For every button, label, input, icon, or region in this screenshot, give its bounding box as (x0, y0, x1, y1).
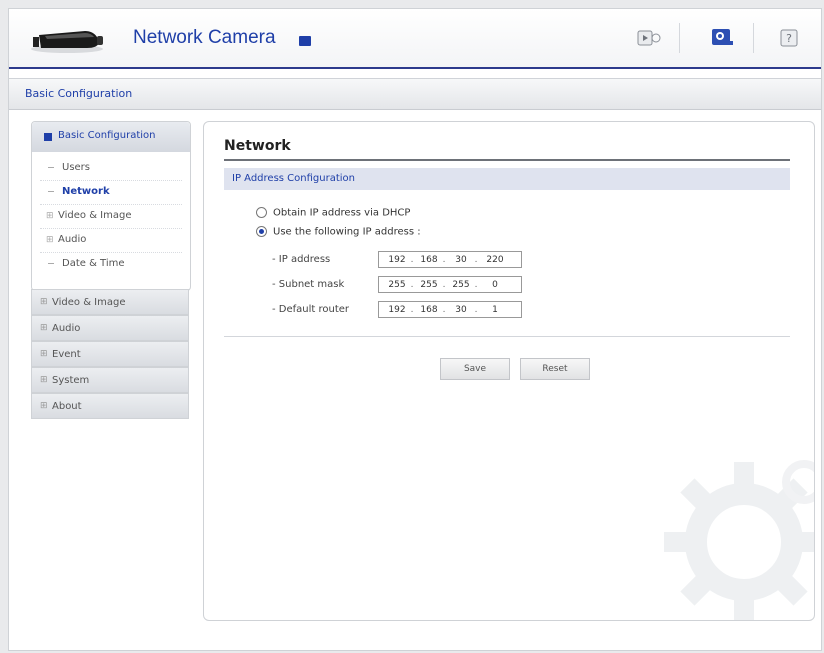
sidebar-section-video-image[interactable]: ⊞ Video & Image (31, 289, 189, 315)
sidebar-item-label: Network (62, 186, 110, 197)
sidebar-section-label: Event (52, 349, 81, 360)
octet-4[interactable]: 0 (483, 280, 507, 290)
collapse-icon (44, 133, 52, 141)
octet-separator: . (442, 280, 446, 290)
sidebar-item-date-time[interactable]: Date & Time (40, 252, 182, 276)
sidebar-section-about[interactable]: ⊞ About (31, 393, 189, 419)
octet-4[interactable]: 220 (483, 255, 507, 265)
sidebar-item-label: Audio (58, 234, 87, 245)
octet-2[interactable]: 255 (417, 280, 441, 290)
sidebar-item-label: Users (62, 162, 91, 173)
sidebar-section-system[interactable]: ⊞ System (31, 367, 189, 393)
sidebar-basic-configuration: Basic Configuration Users Network ⊞ Vide… (31, 121, 191, 291)
camera-logo-icon (31, 31, 103, 53)
tree-dash-icon (48, 263, 54, 264)
app-frame: Network Camera ? Basic Configuration Bas… (8, 8, 822, 651)
title-menu-icon[interactable] (299, 36, 311, 46)
gear-watermark-icon (664, 460, 814, 620)
sidebar-section-audio[interactable]: ⊞ Audio (31, 315, 189, 341)
radio-static-label: Use the following IP address : (273, 226, 421, 238)
section-header: IP Address Configuration (224, 168, 790, 190)
octet-separator: . (410, 255, 414, 265)
expand-plus-icon: ⊞ (40, 375, 48, 385)
radio-dhcp[interactable]: Obtain IP address via DHCP (256, 207, 410, 219)
octet-separator: . (442, 255, 446, 265)
radio-static[interactable]: Use the following IP address : (256, 226, 421, 238)
reset-button[interactable]: Reset (520, 358, 590, 380)
title-divider (224, 159, 790, 161)
sidebar-item-audio[interactable]: ⊞ Audio (40, 228, 182, 253)
octet-separator: . (410, 280, 414, 290)
octet-separator: . (474, 305, 478, 315)
octet-separator: . (442, 305, 446, 315)
octet-separator: . (474, 255, 478, 265)
sidebar-section-label: Audio (52, 323, 81, 334)
app-header: Network Camera ? (9, 9, 821, 69)
main-panel: Network IP Address Configuration Obtain … (203, 121, 815, 621)
app-title: Network Camera (133, 27, 276, 48)
subnet-mask-field[interactable]: 255 . 255 . 255 . 0 (378, 276, 522, 293)
expand-plus-icon: ⊞ (46, 211, 54, 221)
octet-3[interactable]: 30 (449, 305, 473, 315)
radio-dhcp-label: Obtain IP address via DHCP (273, 207, 411, 219)
sidebar-section-label: Basic Configuration (58, 130, 156, 141)
default-router-field[interactable]: 192 . 168 . 30 . 1 (378, 301, 522, 318)
ip-address-label: - IP address (272, 254, 331, 265)
sidebar-item-video-image[interactable]: ⊞ Video & Image (40, 204, 182, 229)
octet-1[interactable]: 192 (385, 255, 409, 265)
octet-4[interactable]: 1 (483, 305, 507, 315)
svg-text:?: ? (786, 32, 792, 45)
sidebar-item-label: Date & Time (62, 258, 125, 269)
expand-plus-icon: ⊞ (46, 235, 54, 245)
octet-2[interactable]: 168 (417, 305, 441, 315)
tree-dash-icon (48, 191, 54, 192)
radio-button[interactable] (256, 207, 267, 218)
form-divider (224, 336, 790, 337)
octet-3[interactable]: 255 (449, 280, 473, 290)
octet-2[interactable]: 168 (417, 255, 441, 265)
sidebar-item-network[interactable]: Network (40, 180, 182, 205)
sidebar-item-label: Video & Image (58, 210, 132, 221)
sidebar-item-basic-configuration[interactable]: Basic Configuration (32, 122, 190, 152)
expand-plus-icon: ⊞ (40, 349, 48, 359)
expand-plus-icon: ⊞ (40, 297, 48, 307)
breadcrumb-label[interactable]: Basic Configuration (25, 87, 132, 100)
section-title: IP Address Configuration (232, 173, 355, 184)
octet-1[interactable]: 255 (385, 280, 409, 290)
setup-icon[interactable] (709, 27, 735, 51)
expand-plus-icon: ⊞ (40, 401, 48, 411)
sidebar-section-label: About (52, 401, 82, 412)
header-separator (679, 23, 680, 53)
expand-plus-icon: ⊞ (40, 323, 48, 333)
octet-3[interactable]: 30 (449, 255, 473, 265)
help-icon[interactable]: ? (777, 27, 803, 51)
ip-address-field[interactable]: 192 . 168 . 30 . 220 (378, 251, 522, 268)
sidebar-item-users[interactable]: Users (40, 156, 182, 181)
page-title: Network (224, 138, 291, 154)
breadcrumb: Basic Configuration (9, 78, 821, 110)
octet-1[interactable]: 192 (385, 305, 409, 315)
sidebar-section-label: Video & Image (52, 297, 126, 308)
save-button[interactable]: Save (440, 358, 510, 380)
sidebar-section-label: System (52, 375, 90, 386)
default-router-label: - Default router (272, 304, 350, 315)
octet-separator: . (474, 280, 478, 290)
octet-separator: . (410, 305, 414, 315)
live-view-icon[interactable] (636, 27, 662, 51)
radio-button-selected[interactable] (256, 226, 267, 237)
tree-dash-icon (48, 167, 54, 168)
subnet-mask-label: - Subnet mask (272, 279, 345, 290)
header-separator (753, 23, 754, 53)
sidebar-section-event[interactable]: ⊞ Event (31, 341, 189, 367)
